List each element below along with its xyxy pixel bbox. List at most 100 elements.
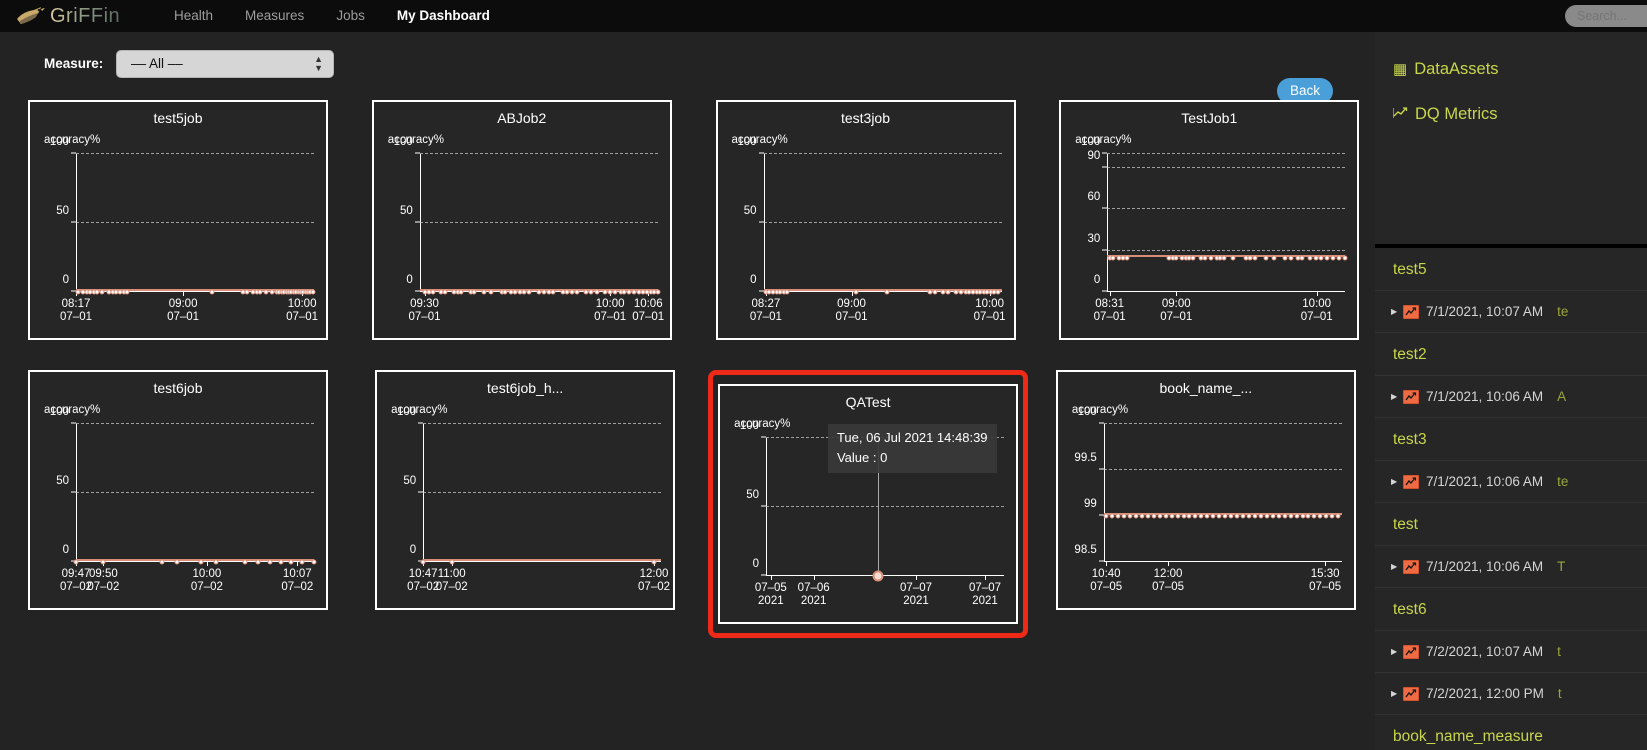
data-point[interactable] (1175, 513, 1181, 519)
data-point[interactable] (1234, 513, 1240, 519)
data-point[interactable] (488, 289, 494, 295)
data-point[interactable] (420, 559, 426, 565)
plot-area[interactable]: 0 50 100 07–05 2021 07–06 2021 07–07 2021 07–07 20… (740, 420, 1005, 607)
data-point[interactable] (1121, 513, 1127, 519)
data-point[interactable] (1252, 255, 1258, 260)
tree-group-header[interactable]: test (1375, 503, 1647, 546)
data-point[interactable] (99, 289, 105, 295)
tree-row[interactable]: ▶ 7/2/2021, 10:07 AM t (1375, 631, 1647, 673)
nav-item-health[interactable]: Health (158, 0, 229, 32)
plot-area[interactable]: 0 30 60 90 100 08:31 07–01 09:00 07–01 10:00 07–01 (1081, 136, 1348, 323)
data-point[interactable] (1190, 255, 1196, 260)
chevron-right-icon[interactable]: ▶ (1391, 689, 1403, 698)
data-point[interactable] (1208, 255, 1214, 260)
data-point[interactable] (442, 289, 448, 295)
tree-row[interactable]: ▶ 7/1/2021, 10:07 AM te (1375, 291, 1647, 333)
chart-card-test5job[interactable]: test5job accuracy% 0 50 100 08:17 07–01 09:00 07… (28, 100, 344, 340)
data-point[interactable] (299, 559, 305, 565)
tree-row[interactable]: ▶ 7/1/2021, 10:06 AM A (1375, 376, 1647, 418)
data-point[interactable] (1264, 513, 1270, 519)
data-point[interactable] (1173, 255, 1179, 260)
data-point[interactable] (267, 559, 273, 565)
data-point[interactable] (1276, 513, 1282, 519)
data-point[interactable] (1181, 513, 1187, 519)
data-point[interactable] (1313, 255, 1318, 260)
data-point[interactable] (288, 559, 294, 565)
nav-item-jobs[interactable]: Jobs (320, 0, 381, 32)
data-point[interactable] (310, 289, 316, 295)
data-point[interactable] (1288, 513, 1294, 519)
data-point[interactable] (1221, 255, 1227, 260)
data-point[interactable] (1271, 255, 1277, 260)
data-point[interactable] (1323, 513, 1329, 519)
data-point[interactable] (853, 289, 859, 295)
measure-select[interactable]: –– All –– ▲ ▼ (116, 50, 334, 78)
chart-card-abjob2[interactable]: ABJob2 accuracy% 0 50 100 09:30 07–01 10:00 07–0… (371, 100, 688, 340)
data-point[interactable] (73, 559, 79, 565)
chart-card-test6job[interactable]: test6job accuracy% 0 50 100 09:47 07–02 09:50 07… (28, 370, 347, 638)
data-point[interactable] (612, 289, 618, 295)
plot-area[interactable]: 0 50 100 08:17 07–01 09:00 07–01 10:00 07–01 (50, 136, 318, 323)
data-point[interactable] (1305, 513, 1311, 519)
data-point[interactable] (1139, 513, 1145, 519)
data-point[interactable] (1163, 513, 1169, 519)
data-point[interactable] (1103, 513, 1109, 519)
data-point[interactable] (278, 559, 284, 565)
data-point[interactable] (471, 289, 477, 295)
data-point[interactable] (449, 559, 455, 565)
data-point[interactable] (588, 289, 594, 295)
data-point[interactable] (1133, 513, 1139, 519)
data-point[interactable] (1204, 513, 1210, 519)
chevron-right-icon[interactable]: ▶ (1391, 647, 1403, 656)
data-point[interactable] (1192, 513, 1198, 519)
tree-group-header[interactable]: test3 (1375, 418, 1647, 461)
data-point[interactable] (1299, 255, 1305, 260)
plot-area[interactable]: 0 50 100 08:27 07–01 09:00 07–01 10:00 07–01 (737, 136, 1005, 323)
data-point[interactable] (1318, 255, 1324, 260)
data-point[interactable] (1300, 513, 1306, 519)
data-point[interactable] (311, 559, 317, 565)
data-point[interactable] (242, 559, 248, 565)
data-point[interactable] (124, 289, 130, 295)
data-point[interactable] (1270, 513, 1276, 519)
brand[interactable]: GriFFin (14, 5, 134, 28)
data-point[interactable] (1246, 513, 1252, 519)
chart-card-test3job[interactable]: test3job accuracy% 0 50 100 08:27 07–01 09:00 07… (715, 100, 1032, 340)
data-point[interactable] (1311, 513, 1317, 519)
data-point[interactable] (1263, 255, 1269, 260)
data-point[interactable] (1124, 255, 1130, 260)
data-point[interactable] (213, 559, 219, 565)
tree-group-header[interactable]: test2 (1375, 333, 1647, 376)
data-point[interactable] (1216, 513, 1222, 519)
chart-card-test6job-h---[interactable]: test6job_h... accuracy% 0 50 100 10:47 07–02 11… (375, 370, 694, 638)
data-point[interactable] (884, 289, 890, 295)
chart-card-testjob1[interactable]: TestJob1 accuracy% 0 30 60 90 100 08:31 07–01 09:… (1059, 100, 1375, 340)
tree-group-header[interactable]: book_name_measure (1375, 715, 1647, 750)
data-point[interactable] (1330, 255, 1336, 260)
data-point[interactable] (1307, 255, 1313, 260)
data-point[interactable] (1127, 513, 1133, 519)
plot-area[interactable]: 0 50 100 09:30 07–01 10:00 07–01 10:06 07–01 (394, 136, 665, 323)
data-point[interactable] (1186, 513, 1192, 519)
data-point[interactable] (932, 289, 938, 295)
data-point[interactable] (1115, 513, 1121, 519)
data-point[interactable] (1202, 255, 1208, 260)
tree-group-header[interactable]: test5 (1375, 248, 1647, 291)
search-input[interactable] (1565, 5, 1647, 27)
data-point[interactable] (1317, 513, 1323, 519)
chevron-right-icon[interactable]: ▶ (1391, 477, 1403, 486)
data-point[interactable] (100, 559, 106, 565)
data-point[interactable] (1169, 513, 1175, 519)
data-point[interactable] (1282, 513, 1288, 519)
data-point[interactable] (1335, 513, 1341, 519)
nav-item-measures[interactable]: Measures (229, 0, 320, 32)
sidebar-item-dataassets[interactable]: ▦ DataAssets (1393, 60, 1647, 79)
data-point[interactable] (255, 559, 261, 565)
data-point[interactable] (263, 289, 269, 295)
data-point[interactable] (784, 289, 790, 295)
tree-row[interactable]: ▶ 7/1/2021, 10:06 AM T (1375, 546, 1647, 588)
plot-area[interactable]: 0 50 100 09:47 07–02 09:50 07–02 10:00 07–02 10:0… (50, 406, 317, 593)
data-point[interactable] (244, 289, 250, 295)
data-point[interactable] (458, 289, 464, 295)
data-point[interactable] (1342, 255, 1348, 260)
